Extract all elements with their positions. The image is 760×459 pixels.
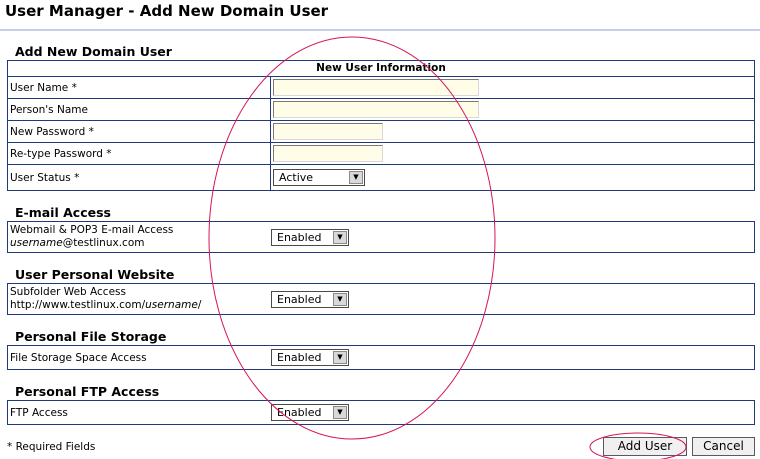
- row-user-name: User Name *: [8, 77, 754, 99]
- row-user-status: User Status * Active ▼: [8, 165, 754, 191]
- table-header: New User Information: [8, 61, 754, 77]
- user-status-select[interactable]: Active ▼: [273, 169, 365, 186]
- subfolder-web-select[interactable]: Enabled ▼: [271, 291, 349, 308]
- cancel-button[interactable]: Cancel: [692, 437, 755, 456]
- new-user-info-table: New User Information User Name * Person'…: [7, 60, 755, 191]
- section-heading-add-user: Add New Domain User: [15, 44, 172, 59]
- title-divider: [0, 29, 760, 31]
- ftp-access-label: FTP Access: [10, 407, 68, 419]
- persons-name-label: Person's Name: [10, 104, 88, 116]
- chevron-down-icon: ▼: [349, 171, 363, 184]
- row-new-password: New Password *: [8, 121, 754, 143]
- website-access-table: Subfolder Web Access http://www.testlinu…: [7, 283, 755, 315]
- section-heading-website: User Personal Website: [15, 267, 175, 282]
- section-heading-email: E-mail Access: [15, 205, 111, 220]
- user-name-label: User Name *: [10, 82, 77, 94]
- row-file-storage: File Storage Space Access Enabled ▼: [8, 346, 754, 369]
- subfolder-web-value: Enabled: [277, 293, 322, 306]
- ftp-access-value: Enabled: [277, 406, 322, 419]
- new-password-label: New Password *: [10, 126, 94, 138]
- file-storage-value: Enabled: [277, 351, 322, 364]
- webmail-address-label: username@testlinux.com: [10, 237, 145, 249]
- webmail-label: Webmail & POP3 E-mail Access: [10, 224, 174, 236]
- row-retype-password: Re-type Password *: [8, 143, 754, 165]
- section-heading-file-storage: Personal File Storage: [15, 329, 167, 344]
- ftp-access-select[interactable]: Enabled ▼: [271, 404, 349, 421]
- user-status-label: User Status *: [10, 172, 80, 184]
- new-password-input[interactable]: [273, 123, 383, 140]
- retype-password-input[interactable]: [273, 145, 383, 162]
- file-storage-table: File Storage Space Access Enabled ▼: [7, 345, 755, 370]
- row-ftp: FTP Access Enabled ▼: [8, 401, 754, 424]
- chevron-down-icon: ▼: [333, 231, 347, 244]
- retype-password-label: Re-type Password *: [10, 148, 112, 160]
- ftp-access-table: FTP Access Enabled ▼: [7, 400, 755, 425]
- file-storage-select[interactable]: Enabled ▼: [271, 349, 349, 366]
- chevron-down-icon: ▼: [333, 293, 347, 306]
- add-user-button[interactable]: Add User: [603, 437, 687, 456]
- webmail-access-value: Enabled: [277, 231, 322, 244]
- page-title: User Manager - Add New Domain User: [5, 2, 329, 20]
- file-storage-label: File Storage Space Access: [10, 352, 147, 364]
- subfolder-url-label: http://www.testlinux.com/username/: [10, 299, 202, 311]
- row-persons-name: Person's Name: [8, 99, 754, 121]
- persons-name-input[interactable]: [273, 101, 479, 118]
- webmail-access-select[interactable]: Enabled ▼: [271, 229, 349, 246]
- subfolder-web-label: Subfolder Web Access: [10, 286, 126, 298]
- row-subfolder-web: Subfolder Web Access http://www.testlinu…: [8, 284, 754, 314]
- email-access-table: Webmail & POP3 E-mail Access username@te…: [7, 221, 755, 253]
- row-webmail: Webmail & POP3 E-mail Access username@te…: [8, 222, 754, 252]
- user-name-input[interactable]: [273, 79, 479, 96]
- chevron-down-icon: ▼: [333, 351, 347, 364]
- required-fields-note: * Required Fields: [7, 441, 96, 453]
- chevron-down-icon: ▼: [333, 406, 347, 419]
- user-status-value: Active: [279, 171, 314, 184]
- section-heading-ftp: Personal FTP Access: [15, 384, 160, 399]
